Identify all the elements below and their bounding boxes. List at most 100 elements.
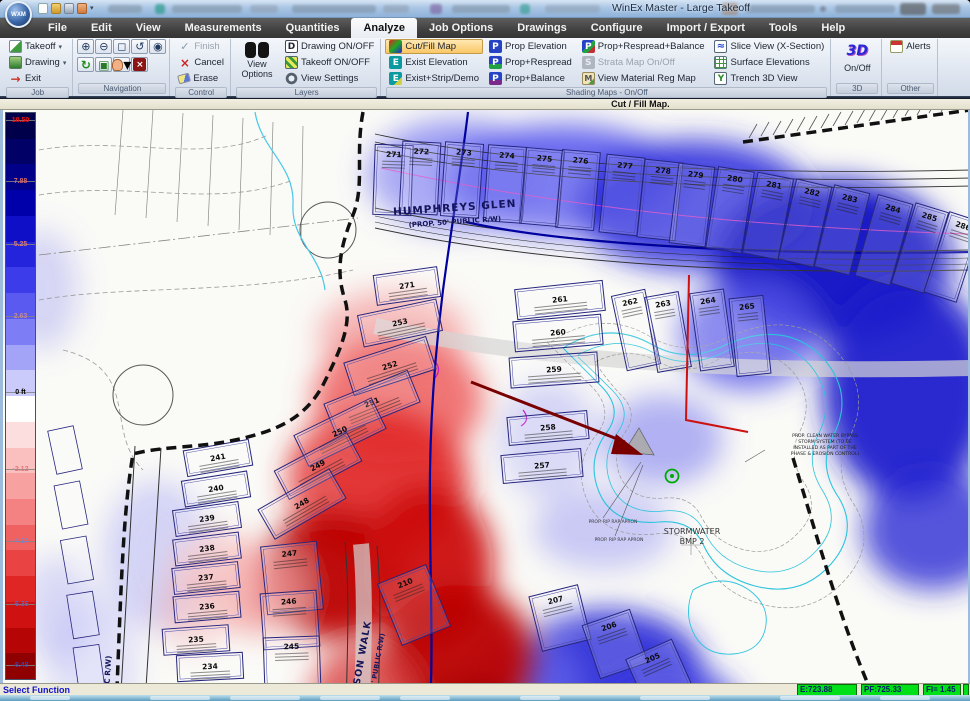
qat-dropdown-icon[interactable]: ▾ — [90, 3, 94, 14]
slice-view-x-section-button[interactable]: Slice View (X-Section) — [710, 39, 828, 54]
drawing-on-off-button[interactable]: Drawing ON/OFF — [281, 39, 378, 54]
menu-measurements[interactable]: Measurements — [173, 18, 274, 38]
drawing-button[interactable]: Drawing▾ — [5, 55, 70, 70]
svg-text:279: 279 — [687, 169, 704, 180]
titlebar-blur-blob — [452, 5, 510, 13]
svg-text:259: 259 — [546, 364, 562, 374]
zoom-window-button[interactable] — [113, 39, 130, 54]
svg-text:260: 260 — [550, 327, 566, 337]
drawing-icon — [9, 56, 22, 69]
takeoff-on-off-button[interactable]: Takeoff ON/OFF — [281, 55, 378, 70]
erase-button[interactable]: Erase — [174, 71, 228, 86]
menu-drawings[interactable]: Drawings — [505, 18, 579, 38]
group-caption: Other — [887, 83, 933, 94]
menu-file[interactable]: File — [36, 18, 79, 38]
menu-configure[interactable]: Configure — [579, 18, 655, 38]
menu-job-options[interactable]: Job Options — [417, 18, 505, 38]
menu-view[interactable]: View — [124, 18, 173, 38]
map-mode-label: Cut / Fill Map. — [611, 99, 670, 110]
map-label-stormwater: STORMWATER — [664, 527, 721, 536]
svg-text:258: 258 — [540, 422, 556, 432]
surface-icon — [714, 56, 727, 69]
menu-help[interactable]: Help — [809, 18, 857, 38]
map-label-bmp-2: BMP 2 — [680, 537, 705, 546]
fit-view-button[interactable] — [95, 57, 112, 72]
titlebar-blur-blob — [430, 4, 442, 14]
ribbon-group-3d: On/Off3D — [833, 39, 882, 96]
group-caption: Shading Maps - On/Off — [386, 87, 827, 98]
titlebar-blur-blob — [155, 4, 165, 14]
exist-strip-demo-button[interactable]: Exist+Strip/Demo — [385, 71, 483, 86]
strata-map-on-off-button[interactable]: Strata Map On/Off — [578, 55, 709, 70]
legend-step — [6, 267, 35, 293]
titlebar-blur-blob — [820, 6, 826, 12]
prop-respread-balance-button[interactable]: Prop+Respread+Balance — [578, 39, 709, 54]
takeoff-button[interactable]: Takeoff▾ — [5, 39, 70, 54]
menu-analyze[interactable]: Analyze — [351, 18, 417, 38]
menu-edit[interactable]: Edit — [79, 18, 124, 38]
menu-import-export[interactable]: Import / Export — [655, 18, 757, 38]
button-label: Surface Elevations — [730, 57, 809, 68]
svg-text:273: 273 — [456, 148, 472, 158]
hand-icon[interactable] — [77, 3, 87, 14]
site-boundary-southeast — [793, 458, 875, 683]
legend-step — [6, 473, 35, 499]
zoom-in-button[interactable] — [77, 39, 94, 54]
view-settings-button[interactable]: View Settings — [281, 71, 378, 86]
open-folder-icon[interactable] — [51, 3, 61, 14]
cancel-button[interactable]: Cancel — [174, 55, 228, 70]
group-caption: Layers — [236, 87, 377, 98]
alerts-button[interactable]: Alerts — [886, 39, 934, 54]
zoom-out-button[interactable] — [95, 39, 112, 54]
map-viewport[interactable]: 2712722732742752762772782792802812822832… — [0, 110, 970, 683]
erase-icon — [177, 73, 191, 85]
titlebar-blur-blob — [250, 5, 278, 13]
button-label: Takeoff ON/OFF — [301, 57, 370, 68]
exist-elevation-button[interactable]: Exist Elevation — [385, 55, 483, 70]
hatch-pattern — [749, 110, 961, 138]
strata-icon — [582, 56, 595, 69]
cut-fill-map-button[interactable]: Cut/Fill Map — [385, 39, 483, 54]
legend-step — [6, 628, 35, 654]
prop-elevation-button[interactable]: Prop Elevation — [485, 39, 576, 54]
zoom-previous-button[interactable] — [131, 39, 148, 54]
menu-tools[interactable]: Tools — [757, 18, 810, 38]
view-settings-icon — [285, 72, 298, 85]
pan-button[interactable]: ▾ — [113, 57, 130, 72]
zoom-extents-button[interactable] — [149, 39, 166, 54]
exit-button[interactable]: Exit — [5, 71, 70, 86]
lot-235: 235 — [162, 625, 230, 656]
svg-text:272: 272 — [413, 147, 429, 157]
view-options-button[interactable]: View Options — [235, 39, 279, 80]
legend-step — [6, 319, 35, 345]
button-label: View Material Reg Map — [598, 73, 696, 84]
legend-step — [6, 139, 35, 165]
ribbon-group-other: Alerts Other — [884, 39, 937, 96]
new-document-icon[interactable] — [38, 3, 48, 14]
legend-label: 10.50 — [6, 117, 35, 124]
button-label: View Options — [236, 60, 278, 79]
menu-quantities[interactable]: Quantities — [274, 18, 352, 38]
prop-balance-button[interactable]: Prop+Balance — [485, 71, 576, 86]
trench-3d-view-button[interactable]: Trench 3D View — [710, 71, 828, 86]
print-icon[interactable] — [64, 3, 74, 14]
legend-step — [6, 190, 35, 216]
finish-button[interactable]: Finish — [174, 39, 228, 54]
refresh-button[interactable] — [77, 57, 94, 72]
legend-label: 0 ft — [6, 389, 35, 396]
prop-respread-button[interactable]: Prop+Respread — [485, 55, 576, 70]
svg-text:278: 278 — [655, 165, 672, 176]
zoom-extents-icon — [151, 40, 164, 53]
app-menu-orb[interactable]: WXM — [5, 1, 32, 28]
button-label: Exit — [25, 73, 41, 84]
button-label: Prop Elevation — [505, 41, 567, 52]
view-material-reg-map-button[interactable]: View Material Reg Map — [578, 71, 709, 86]
on-off-button[interactable]: On/Off — [835, 39, 879, 75]
deselect-button[interactable] — [131, 57, 148, 72]
fit-icon — [97, 58, 110, 71]
slice-icon — [714, 40, 727, 53]
prop-elev-icon — [489, 40, 502, 53]
surface-elevations-button[interactable]: Surface Elevations — [710, 55, 828, 70]
taskbar-item — [320, 696, 380, 700]
button-label: Cut/Fill Map — [405, 41, 456, 52]
